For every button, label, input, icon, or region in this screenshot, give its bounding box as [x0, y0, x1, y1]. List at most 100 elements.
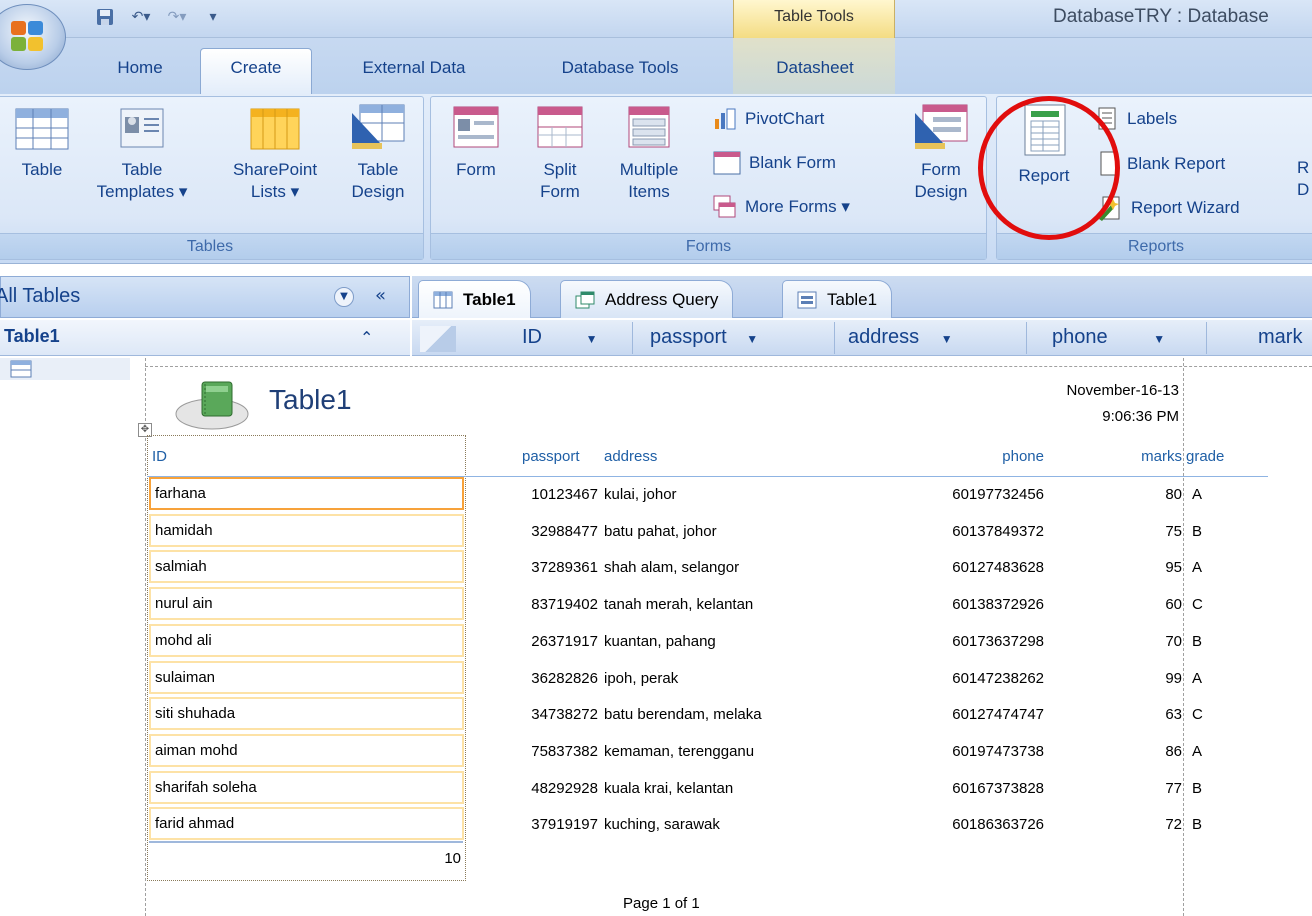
column-header-label: address [848, 326, 920, 348]
column-divider [834, 322, 835, 354]
row-address-cell: tanah merah, kelantan [604, 596, 754, 613]
split-form-icon [537, 106, 583, 148]
sharepoint-lists-icon [250, 108, 300, 150]
row-phone-cell: 60186363726 [952, 816, 1044, 833]
tab-table1-report[interactable]: Table1 [782, 280, 893, 318]
row-id-cell[interactable]: sulaiman [149, 661, 464, 694]
row-phone-cell: 60147238262 [952, 670, 1044, 687]
pivotchart-button[interactable]: PivotChart [713, 107, 824, 131]
chevron-down-icon[interactable]: ▼ [941, 332, 953, 346]
blank-form-button[interactable]: Blank Form [713, 151, 836, 175]
row-passport-cell: 26371917 [531, 633, 598, 650]
column-header-address[interactable]: address ▼ [848, 326, 953, 349]
more-forms-icon [713, 195, 736, 218]
column-header-id[interactable]: ID ▼ [522, 326, 597, 349]
row-id-cell[interactable]: farid ahmad [149, 807, 464, 840]
row-id-cell[interactable]: sharifah soleha [149, 771, 464, 804]
page-number: Page 1 of 1 [623, 895, 700, 912]
chevron-down-icon[interactable]: ▼ [746, 332, 758, 346]
row-id-cell[interactable]: siti shuhada [149, 697, 464, 730]
report-book-icon [175, 381, 249, 430]
table-templates-button[interactable]: Table Templates ▾ [87, 103, 197, 203]
collapse-pane-icon[interactable]: « [375, 285, 386, 306]
column-header-passport[interactable]: passport ▼ [650, 326, 758, 349]
chevron-down-icon[interactable]: ▼ [586, 332, 598, 346]
row-id-cell[interactable]: mohd ali [149, 624, 464, 657]
row-address-cell: ipoh, perak [604, 670, 679, 687]
navigation-item-table1[interactable] [0, 358, 140, 380]
more-forms-button[interactable]: More Forms ▾ [713, 195, 850, 219]
column-header-marks[interactable]: mark [1258, 326, 1302, 349]
form-button[interactable]: Form [441, 103, 511, 181]
table-tools-context-label: Table Tools [733, 0, 895, 38]
navigation-pane-header[interactable]: All Tables ▼ « [0, 276, 410, 318]
tab-home[interactable]: Home [100, 52, 180, 94]
record-count: 10 [444, 850, 461, 867]
split-form-button[interactable]: Split Form [525, 103, 595, 203]
row-grade-cell: C [1192, 706, 1203, 723]
row-marks-cell: 80 [1165, 486, 1182, 503]
multiple-items-button[interactable]: Multiple Items [609, 103, 689, 203]
header-passport: passport [522, 448, 580, 465]
report-wizard-button[interactable]: Report Wizard [1097, 195, 1240, 221]
tab-datasheet[interactable]: Datasheet [745, 52, 885, 94]
row-passport-cell: 32988477 [531, 523, 598, 540]
datasheet-column-headers: ID ▼ passport ▼ address ▼ phone ▼ mark [412, 320, 1312, 356]
row-marks-cell: 99 [1165, 670, 1182, 687]
row-grade-cell: A [1192, 559, 1203, 576]
customize-toolbar-icon[interactable]: ▾ [200, 5, 226, 29]
row-passport-cell: 75837382 [531, 743, 598, 760]
query-icon [575, 291, 595, 308]
row-id-cell[interactable]: farhana [149, 477, 464, 510]
row-id-cell[interactable]: nurul ain [149, 587, 464, 620]
page-margin-top [145, 366, 1312, 367]
tab-create[interactable]: Create [200, 48, 312, 94]
report-time: 9:06:36 PM [1102, 408, 1179, 425]
row-grade-cell: B [1192, 523, 1203, 540]
labels-button[interactable]: Labels [1097, 107, 1177, 131]
tab-label: Address Query [605, 289, 719, 309]
navigation-group-title: Table1 [4, 326, 60, 346]
report-design-label-1: R [1297, 158, 1310, 177]
sharepoint-lists-button[interactable]: SharePoint Lists ▾ [215, 103, 335, 203]
redo-icon[interactable]: ↷▾ [164, 5, 190, 29]
row-id-cell[interactable]: hamidah [149, 514, 464, 547]
row-address-cell: kuantan, pahang [604, 633, 716, 650]
tab-table1-datasheet[interactable]: Table1 [418, 280, 531, 318]
tab-address-query[interactable]: Address Query [560, 280, 734, 318]
table-templates-icon [120, 108, 164, 148]
form-design-button[interactable]: Form Design [903, 103, 979, 203]
split-form-label-2: Form [540, 182, 580, 201]
row-phone-cell: 60137849372 [952, 523, 1044, 540]
column-header-label: phone [1052, 326, 1108, 348]
collapse-group-icon[interactable]: ⌃ [360, 328, 373, 347]
row-marks-cell: 75 [1165, 523, 1182, 540]
multiple-items-label-1: Multiple [619, 160, 679, 179]
undo-icon[interactable]: ↶▾ [128, 5, 154, 29]
tab-database-tools[interactable]: Database Tools [530, 52, 710, 94]
row-phone-cell: 60197473738 [952, 743, 1044, 760]
tab-external-data[interactable]: External Data [334, 52, 494, 94]
table-button[interactable]: Table [11, 103, 73, 181]
navigation-group-table1[interactable]: Table1 ⌃ [0, 320, 410, 356]
row-passport-cell: 48292928 [531, 780, 598, 797]
blank-form-label: Blank Form [749, 153, 836, 172]
select-all-button[interactable] [420, 326, 456, 352]
row-phone-cell: 60138372926 [952, 596, 1044, 613]
row-passport-cell: 34738272 [531, 706, 598, 723]
column-header-phone[interactable]: phone ▼ [1052, 326, 1165, 349]
row-grade-cell: A [1192, 486, 1203, 503]
save-icon[interactable] [92, 5, 118, 29]
chevron-down-icon[interactable]: ▼ [1153, 332, 1165, 346]
header-address: address [604, 448, 658, 465]
row-marks-cell: 77 [1165, 780, 1182, 797]
table-design-button[interactable]: Table Design [341, 103, 415, 203]
report-design-button[interactable]: R D [1297, 157, 1312, 201]
row-id-cell[interactable]: aiman mohd [149, 734, 464, 767]
report-layout-view: Table1 November-16-13 9:06:36 PM ✥ ID pa… [130, 358, 1312, 916]
row-id-cell[interactable]: salmiah [149, 550, 464, 583]
column-divider [632, 322, 633, 354]
header-id: ID [152, 448, 167, 465]
chevron-down-icon[interactable]: ▼ [334, 287, 354, 307]
report-wizard-label: Report Wizard [1131, 198, 1240, 217]
